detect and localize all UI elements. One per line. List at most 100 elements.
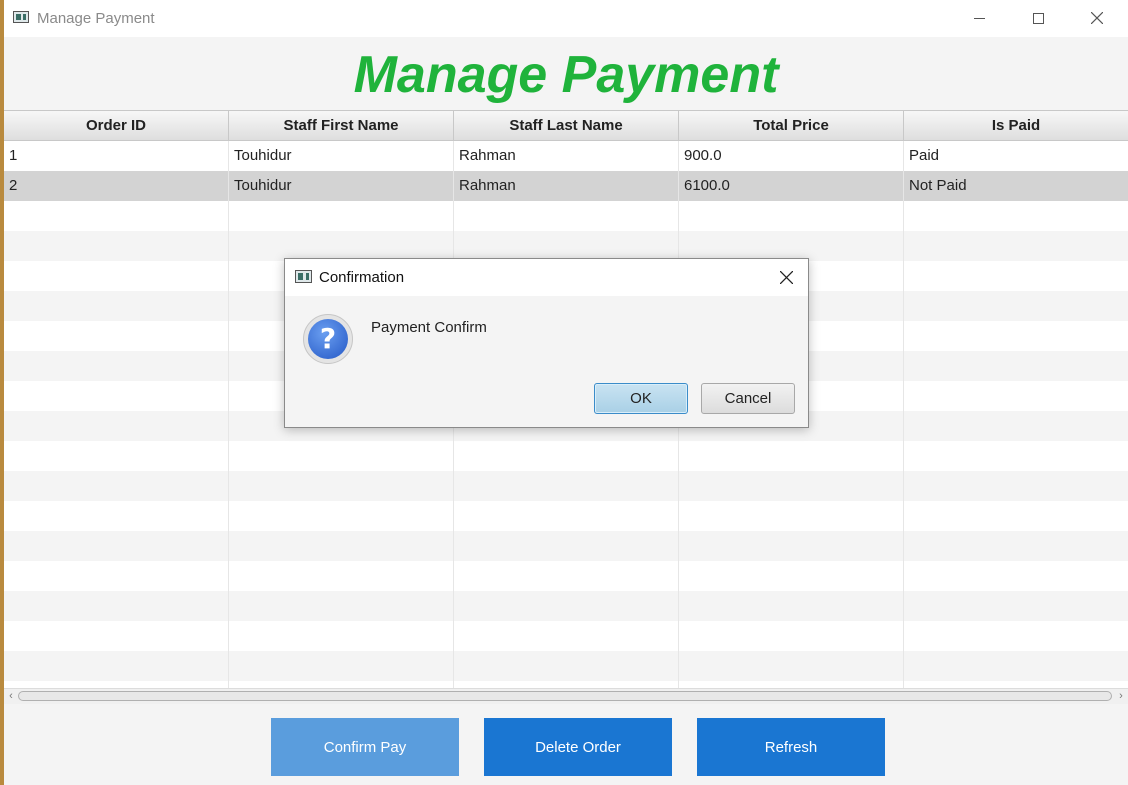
- table-cell-empty: [904, 441, 1128, 471]
- cell-staff-last-name: Rahman: [454, 141, 679, 171]
- table-cell-empty: [904, 321, 1128, 351]
- table-cell-empty: [229, 501, 454, 531]
- table-row-empty: [4, 501, 1128, 531]
- table-cell-empty: [4, 501, 229, 531]
- table-cell-empty: [4, 351, 229, 381]
- table-row-empty: [4, 531, 1128, 561]
- table-cell-empty: [4, 381, 229, 411]
- table-cell-empty: [4, 561, 229, 591]
- table-cell-empty: [229, 231, 454, 261]
- maximize-icon: [1032, 12, 1044, 24]
- cell-total-price: 6100.0: [679, 171, 904, 201]
- table-cell-empty: [679, 471, 904, 501]
- table-cell-empty: [679, 651, 904, 681]
- table-cell-empty: [904, 501, 1128, 531]
- column-header-total-price[interactable]: Total Price: [679, 111, 904, 140]
- column-header-order-id[interactable]: Order ID: [4, 111, 229, 140]
- table-cell-empty: [4, 531, 229, 561]
- cell-order-id: 1: [4, 141, 229, 171]
- cell-total-price: 900.0: [679, 141, 904, 171]
- table-row-empty: [4, 591, 1128, 621]
- table-cell-empty: [679, 531, 904, 561]
- table-row-empty: [4, 201, 1128, 231]
- table-cell-empty: [454, 681, 679, 688]
- column-header-staff-last-name[interactable]: Staff Last Name: [454, 111, 679, 140]
- table-cell-empty: [4, 411, 229, 441]
- window-title: Manage Payment: [37, 10, 155, 27]
- table-cell-empty: [679, 231, 904, 261]
- table-cell-empty: [4, 261, 229, 291]
- table-cell-empty: [4, 681, 229, 688]
- table-cell-empty: [454, 591, 679, 621]
- table-row-selected[interactable]: 2 Touhidur Rahman 6100.0 Not Paid: [4, 171, 1128, 201]
- minimize-icon: [973, 17, 985, 19]
- table-cell-empty: [904, 411, 1128, 441]
- table-cell-empty: [4, 591, 229, 621]
- minimize-button[interactable]: [956, 0, 1002, 36]
- table-row-empty: [4, 651, 1128, 681]
- table-cell-empty: [454, 231, 679, 261]
- table-cell-empty: [229, 201, 454, 231]
- dialog-title: Confirmation: [319, 269, 405, 286]
- table-cell-empty: [229, 681, 454, 688]
- table-cell-empty: [904, 351, 1128, 381]
- close-button[interactable]: [1074, 0, 1120, 36]
- close-icon: [1091, 12, 1103, 24]
- table-cell-empty: [454, 441, 679, 471]
- table-cell-empty: [679, 201, 904, 231]
- table-cell-empty: [229, 471, 454, 501]
- table-cell-empty: [679, 621, 904, 651]
- table-row[interactable]: 1 Touhidur Rahman 900.0 Paid: [4, 141, 1128, 171]
- table-row-empty: [4, 681, 1128, 688]
- table-cell-empty: [4, 231, 229, 261]
- close-icon: [780, 271, 793, 284]
- cell-staff-first-name: Touhidur: [229, 171, 454, 201]
- column-header-staff-first-name[interactable]: Staff First Name: [229, 111, 454, 140]
- cell-is-paid: Not Paid: [909, 177, 967, 194]
- table-cell-empty: [904, 651, 1128, 681]
- column-header-is-paid[interactable]: Is Paid: [904, 111, 1128, 140]
- table-cell-empty: [229, 651, 454, 681]
- cell-staff-last-name: Rahman: [454, 171, 679, 201]
- table-cell-empty: [454, 561, 679, 591]
- table-cell-empty: [454, 201, 679, 231]
- scroll-right-icon[interactable]: ›: [1114, 689, 1128, 704]
- question-mark-glyph: ?: [308, 319, 348, 359]
- table-cell-empty: [904, 591, 1128, 621]
- table-cell-empty: [679, 501, 904, 531]
- table-cell-empty: [4, 651, 229, 681]
- table-cell-empty: [4, 471, 229, 501]
- refresh-button[interactable]: Refresh: [697, 718, 885, 776]
- scrollbar-thumb[interactable]: [18, 691, 1112, 701]
- maximize-button[interactable]: [1015, 0, 1061, 36]
- table-cell-empty: [229, 561, 454, 591]
- table-cell-empty: [679, 441, 904, 471]
- table-cell-empty: [229, 621, 454, 651]
- table-cell-empty: [904, 201, 1128, 231]
- table-cell-empty: [904, 621, 1128, 651]
- delete-order-button[interactable]: Delete Order: [484, 718, 672, 776]
- table-header: Order ID Staff First Name Staff Last Nam…: [4, 110, 1128, 141]
- table-cell-empty: [679, 681, 904, 688]
- scroll-left-icon[interactable]: ‹: [4, 689, 18, 704]
- table-cell-empty: [904, 381, 1128, 411]
- table-cell-empty: [229, 441, 454, 471]
- table-cell-empty: [454, 621, 679, 651]
- confirm-pay-button[interactable]: Confirm Pay: [271, 718, 459, 776]
- cancel-button[interactable]: Cancel: [701, 383, 795, 414]
- confirmation-dialog: Confirmation ? Payment Confirm OK Cancel: [284, 258, 809, 428]
- table-cell-empty: [454, 651, 679, 681]
- table-cell-empty: [904, 231, 1128, 261]
- table-row-empty: [4, 561, 1128, 591]
- ok-button[interactable]: OK: [594, 383, 688, 414]
- app-icon: [13, 11, 29, 23]
- table-cell-empty: [4, 321, 229, 351]
- table-cell-empty: [904, 261, 1128, 291]
- table-cell-empty: [904, 531, 1128, 561]
- horizontal-scrollbar[interactable]: ‹ ›: [4, 688, 1128, 704]
- table-row-empty: [4, 621, 1128, 651]
- table-cell-empty: [4, 291, 229, 321]
- table-cell-empty: [454, 531, 679, 561]
- dialog-close-button[interactable]: [765, 259, 808, 296]
- table-cell-empty: [229, 591, 454, 621]
